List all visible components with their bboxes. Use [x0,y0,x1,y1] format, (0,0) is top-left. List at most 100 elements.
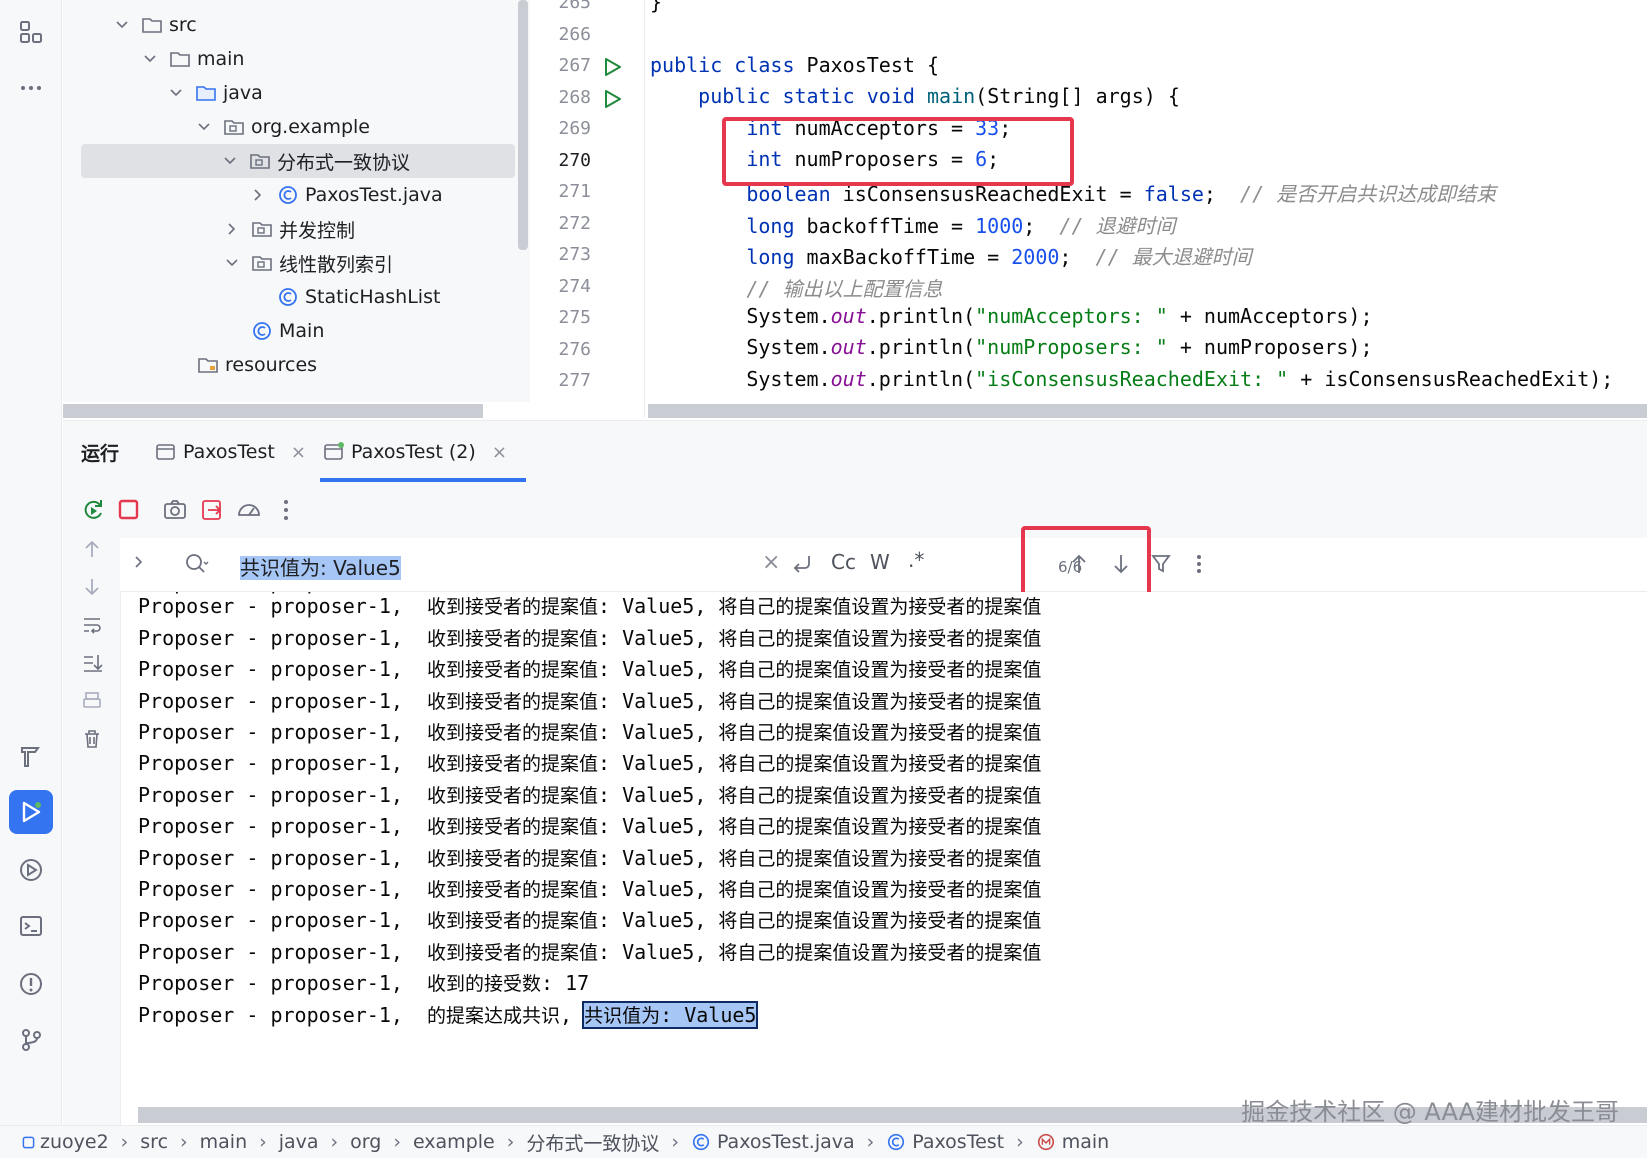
code-line[interactable]: long maxBackoffTime = 2000; // 最大退避时间 [650,241,1251,270]
clear-search-icon[interactable]: × [762,550,780,575]
code-line[interactable]: long backoffTime = 1000; // 退避时间 [650,210,1175,239]
tab-paxostest-2[interactable]: PaxosTest (2) × [323,421,507,483]
tree-item-label: StaticHashList [305,286,441,308]
tree-item-concurrency[interactable]: 并发控制 [63,212,513,246]
tree-item-statichashlist[interactable]: StaticHashList [63,280,513,314]
breadcrumb-item[interactable]: java [279,1131,319,1153]
editor-horizontal-scrollbar[interactable] [648,404,1647,418]
chevron-down-icon[interactable] [143,52,157,66]
match-case-toggle[interactable]: Cc [831,550,856,574]
rerun-icon[interactable] [80,497,106,523]
close-icon[interactable]: × [291,442,306,463]
tree-item-org-example[interactable]: org.example [63,110,513,144]
tree-vertical-scrollbar[interactable] [518,0,528,250]
print-icon[interactable] [81,690,103,712]
line-number: 273 [558,244,591,265]
more-tools-icon[interactable] [9,66,53,110]
build-hammer-icon[interactable] [9,734,53,778]
tree-item-label: resources [225,354,318,376]
arrow-down-icon[interactable] [81,576,103,598]
console-line: Proposer - proposer-1, 收到接受者的提案值: Value5… [138,751,1042,776]
problems-icon[interactable] [9,962,53,1006]
tree-item-main[interactable]: main [63,42,513,76]
code-line[interactable]: public class PaxosTest { [650,53,939,77]
run-gutter-icon[interactable] [601,56,623,78]
java-class-icon [279,288,297,306]
console-line: Proposer - proposer-1, 收到接受者的提案值: Value5… [138,594,1042,619]
breadcrumb-item[interactable]: 分布式一致协议 [526,1129,659,1156]
tab-label: PaxosTest [183,441,275,463]
filter-icon[interactable] [1150,552,1172,576]
folder-icon [142,18,162,33]
breadcrumb-item[interactable]: main [1036,1131,1109,1153]
tree-item-linear-hash[interactable]: 线性散列索引 [63,246,513,280]
code-editor[interactable]: } public class PaxosTest { public static … [645,0,1647,418]
chevron-right-icon[interactable] [225,222,239,236]
tab-paxostest[interactable]: PaxosTest × [155,421,306,483]
scroll-to-end-icon[interactable] [81,652,103,674]
breadcrumb-item[interactable]: src [140,1131,168,1153]
tree-item-java[interactable]: java [63,76,513,110]
code-line[interactable]: System.out.println("isConsensusReachedEx… [650,367,1613,391]
line-number: 274 [558,276,591,297]
run-gutter-icon[interactable] [601,88,623,110]
code-line[interactable]: System.out.println("numAcceptors: " + nu… [650,304,1372,328]
code-line[interactable]: System.out.println("numProposers: " + nu… [650,335,1372,359]
run-window-icon[interactable] [9,790,53,834]
chevron-right-icon[interactable] [251,188,265,202]
breadcrumb-item[interactable]: PaxosTest [886,1131,1004,1153]
resources-folder-icon [198,358,218,373]
regex-toggle[interactable]: .* [908,548,924,572]
services-icon[interactable] [9,848,53,892]
code-line[interactable]: // 输出以上配置信息 [650,273,942,302]
soft-wrap-icon[interactable] [81,614,103,636]
chevron-down-icon[interactable] [115,18,129,32]
stop-icon[interactable] [116,497,142,523]
chevron-right-icon[interactable] [132,555,146,569]
breadcrumb-item[interactable]: zuoye2 [22,1131,109,1153]
search-icon[interactable] [184,552,210,576]
tree-horizontal-scrollbar[interactable] [63,404,483,418]
more-options-icon[interactable] [1188,552,1210,576]
run-window-title: 运行 [81,442,120,465]
project-view-icon[interactable] [9,10,53,54]
trash-icon[interactable] [81,728,103,750]
close-icon[interactable]: × [492,442,507,463]
breadcrumb-label: main [1061,1131,1110,1153]
breadcrumb-item[interactable]: main [200,1131,247,1153]
arrow-up-icon[interactable] [81,538,103,560]
chevron-down-icon[interactable] [197,120,211,134]
console-line: Proposer - proposer-1, 收到接受者的提案值: Value5… [138,845,1042,870]
new-line-icon[interactable] [790,553,814,575]
console-output[interactable]: Proposer - proposer-1, 收到接受者的提案值: Value5… [121,592,1647,1107]
chevron-down-icon[interactable] [225,256,239,270]
chevron-down-icon[interactable] [223,154,237,168]
profiler-icon[interactable] [236,497,262,523]
run-config-icon [156,444,175,460]
tree-item-paxostest-java[interactable]: PaxosTest.java [63,178,513,212]
tree-item-label: java [223,82,263,104]
line-number: 265 [558,0,591,13]
tree-item-src[interactable]: src [63,8,513,42]
camera-icon[interactable] [162,497,188,523]
find-input[interactable]: 共识值为: Value5 [240,552,401,581]
tree-item-resources[interactable]: resources [63,348,513,382]
breadcrumb-item[interactable]: example [413,1131,495,1153]
breadcrumb-item[interactable]: org [350,1131,381,1153]
package-icon [224,120,244,135]
line-number: 275 [558,307,591,328]
chevron-down-icon[interactable] [169,86,183,100]
watermark: 掘金技术社区 @ AAA建材批发王哥 [1241,1098,1619,1126]
console-line: Proposer - proposer-1, 收到接受者的提案值: Value5… [138,657,1042,682]
code-line[interactable]: public static void main(String[] args) { [650,84,1180,108]
terminal-icon[interactable] [9,904,53,948]
code-line[interactable]: } [650,0,662,14]
tree-item-main-class[interactable]: Main [63,314,513,348]
tree-item-distributed-consensus[interactable]: 分布式一致协议 [81,144,515,178]
git-icon[interactable] [9,1018,53,1062]
whole-word-toggle[interactable]: W [870,550,890,574]
exit-icon[interactable] [199,497,225,523]
tree-item-label: org.example [251,116,370,138]
more-actions-icon[interactable] [273,497,299,523]
breadcrumb-item[interactable]: PaxosTest.java [691,1131,855,1153]
